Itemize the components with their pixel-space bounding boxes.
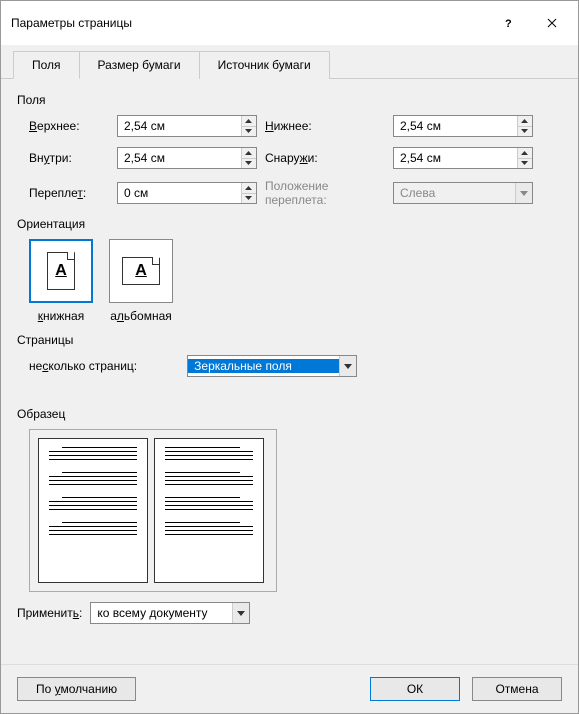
dialog-content: Поля Верхнее: Нижнее: Внутри: Снаружи: (1, 79, 578, 664)
top-margin-label: Верхнее: (29, 119, 109, 133)
preview-page-left (38, 438, 148, 583)
inside-margin-spinner[interactable] (117, 147, 257, 169)
apply-to-label: Применить: (17, 606, 82, 620)
default-button[interactable]: По умолчанию (17, 677, 136, 701)
spinner-down-icon[interactable] (242, 127, 256, 137)
top-margin-input[interactable] (118, 116, 241, 136)
outside-margin-label: Снаружи: (265, 151, 385, 165)
tab-bar: Поля Размер бумаги Источник бумаги (1, 45, 578, 79)
gutter-position-label: Положение переплета: (265, 179, 385, 207)
chevron-down-icon[interactable] (339, 356, 356, 376)
portrait-label: книжная (38, 309, 84, 323)
portrait-preview-icon: А (29, 239, 93, 303)
landscape-label: альбомная (110, 309, 172, 323)
preview-box (29, 429, 277, 592)
spinner-down-icon[interactable] (518, 127, 532, 137)
spinner-up-icon[interactable] (242, 116, 256, 127)
bottom-margin-input[interactable] (394, 116, 517, 136)
apply-to-value: ко всему документу (91, 606, 232, 620)
landscape-preview-icon: А (109, 239, 173, 303)
multiple-pages-dropdown[interactable]: Зеркальные поля (187, 355, 357, 377)
dialog-footer: По умолчанию ОК Отмена (1, 664, 578, 713)
outside-margin-spinner[interactable] (393, 147, 533, 169)
spinner-up-icon[interactable] (518, 148, 532, 159)
preview-group-label: Образец (17, 407, 562, 421)
bottom-margin-label: Нижнее: (265, 119, 385, 133)
multiple-pages-value: Зеркальные поля (188, 359, 339, 373)
close-button[interactable] (530, 9, 574, 37)
pages-group-label: Страницы (17, 333, 562, 347)
top-margin-spinner[interactable] (117, 115, 257, 137)
chevron-down-icon[interactable] (232, 603, 249, 623)
margins-group-label: Поля (17, 93, 562, 107)
gutter-label: Переплет: (29, 186, 109, 200)
orientation-portrait[interactable]: А книжная (29, 239, 93, 323)
bottom-margin-spinner[interactable] (393, 115, 533, 137)
tab-paper-source[interactable]: Источник бумаги (199, 51, 330, 79)
gutter-position-dropdown: Слева (393, 182, 533, 204)
orientation-landscape[interactable]: А альбомная (109, 239, 173, 323)
preview-page-right (154, 438, 264, 583)
help-button[interactable]: ? (486, 9, 530, 37)
inside-margin-input[interactable] (118, 148, 241, 168)
spinner-up-icon[interactable] (242, 183, 256, 194)
cancel-button[interactable]: Отмена (472, 677, 562, 701)
dialog-title: Параметры страницы (11, 16, 132, 30)
multiple-pages-label: несколько страниц: (29, 359, 137, 373)
spinner-down-icon[interactable] (242, 159, 256, 169)
tab-margins[interactable]: Поля (13, 51, 80, 79)
outside-margin-input[interactable] (394, 148, 517, 168)
gutter-input[interactable] (118, 183, 241, 203)
page-setup-dialog: Параметры страницы ? Поля Размер бумаги … (0, 0, 579, 714)
spinner-down-icon[interactable] (242, 194, 256, 204)
inside-margin-label: Внутри: (29, 151, 109, 165)
titlebar: Параметры страницы ? (1, 1, 578, 45)
spinner-down-icon[interactable] (518, 159, 532, 169)
spinner-up-icon[interactable] (518, 116, 532, 127)
gutter-position-value: Слева (394, 186, 515, 200)
ok-button[interactable]: ОК (370, 677, 460, 701)
svg-text:?: ? (505, 18, 512, 28)
spinner-up-icon[interactable] (242, 148, 256, 159)
orientation-group-label: Ориентация (17, 217, 562, 231)
gutter-spinner[interactable] (117, 182, 257, 204)
chevron-down-icon (515, 183, 532, 203)
tab-paper-size[interactable]: Размер бумаги (79, 51, 200, 79)
apply-to-dropdown[interactable]: ко всему документу (90, 602, 250, 624)
